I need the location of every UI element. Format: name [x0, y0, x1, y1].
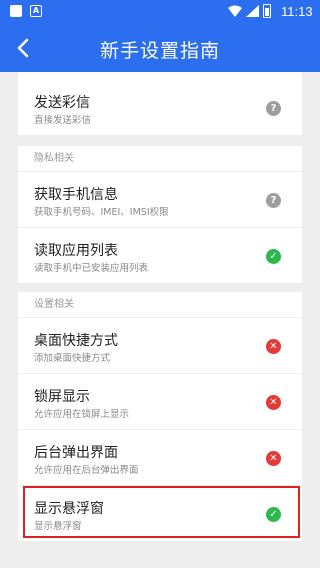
cross-icon[interactable]: ✕	[266, 339, 281, 354]
settings-list[interactable]: 发送彩信 直接发送彩信 ? 隐私相关 获取手机信息 获取手机号码、IMEI、IM…	[0, 72, 320, 568]
item-title: 发送彩信	[34, 95, 90, 111]
list-item-floating-window[interactable]: 显示悬浮窗 显示悬浮窗 ✓	[18, 486, 302, 542]
app-bar: 新手设置指南	[0, 24, 320, 72]
notification-a-icon: A	[30, 5, 42, 17]
item-subtitle: 读取手机中已安装应用列表	[34, 263, 149, 274]
wifi-icon	[228, 5, 242, 17]
section-header-privacy: 隐私相关	[18, 146, 302, 172]
section-card-partial: 发送彩信 直接发送彩信 ?	[18, 72, 302, 136]
item-title: 显示悬浮窗	[34, 501, 104, 517]
cross-icon[interactable]: ✕	[266, 451, 281, 466]
question-icon[interactable]: ?	[266, 193, 281, 208]
list-item-lockscreen-display[interactable]: 锁屏显示 允许应用在锁屏上显示 ✕	[18, 374, 302, 430]
question-icon[interactable]: ?	[266, 101, 281, 116]
status-bar: A 11:13	[0, 0, 320, 24]
item-subtitle: 允许应用在锁屏上显示	[34, 409, 130, 420]
cross-icon[interactable]: ✕	[266, 395, 281, 410]
item-subtitle: 获取手机号码、IMEI、IMSI权限	[34, 207, 169, 218]
status-time: 11:13	[281, 4, 313, 19]
section-card-privacy: 隐私相关 获取手机信息 获取手机号码、IMEI、IMSI权限 ? 读取应用列表 …	[18, 146, 302, 284]
item-title: 获取手机信息	[34, 187, 118, 203]
item-title: 锁屏显示	[34, 389, 90, 405]
item-subtitle: 允许应用在后台弹出界面	[34, 465, 139, 476]
list-item-app-list[interactable]: 读取应用列表 读取手机中已安装应用列表 ✓	[18, 228, 302, 284]
section-header	[18, 72, 302, 80]
item-subtitle: 直接发送彩信	[34, 115, 92, 126]
section-header-settings: 设置相关	[18, 292, 302, 318]
item-title: 后台弹出界面	[34, 445, 118, 461]
check-icon[interactable]: ✓	[266, 507, 281, 522]
signal-icon	[246, 5, 259, 17]
page-title: 新手设置指南	[99, 40, 220, 62]
list-item-send-mms[interactable]: 发送彩信 直接发送彩信 ?	[18, 80, 302, 136]
battery-icon	[263, 4, 271, 18]
item-subtitle: 添加桌面快捷方式	[34, 353, 111, 364]
section-card-settings: 设置相关 桌面快捷方式 添加桌面快捷方式 ✕ 锁屏显示 允许应用在锁屏上显示 ✕…	[18, 292, 302, 542]
notification-square-icon	[10, 5, 22, 17]
list-item-desktop-shortcut[interactable]: 桌面快捷方式 添加桌面快捷方式 ✕	[18, 318, 302, 374]
item-title: 读取应用列表	[34, 243, 118, 259]
item-title: 桌面快捷方式	[34, 333, 118, 349]
item-subtitle: 显示悬浮窗	[34, 521, 82, 532]
check-icon[interactable]: ✓	[266, 249, 281, 264]
list-item-phone-info[interactable]: 获取手机信息 获取手机号码、IMEI、IMSI权限 ?	[18, 172, 302, 228]
list-item-background-popup[interactable]: 后台弹出界面 允许应用在后台弹出界面 ✕	[18, 430, 302, 486]
